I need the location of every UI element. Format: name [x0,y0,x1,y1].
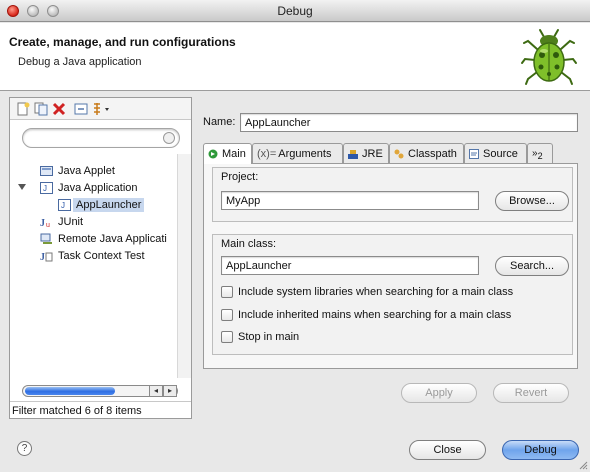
tab-label: Main [222,148,246,160]
tab-classpath[interactable]: Classpath [389,143,464,163]
source-icon [469,148,479,159]
revert-button[interactable]: Revert [493,383,569,403]
main-class-label: Main class: [221,238,277,250]
include-system-libraries-checkbox[interactable] [221,286,233,298]
scroll-left-arrow-icon[interactable]: ◂ [149,385,163,397]
configuration-editor: Name: AppLauncher Main (x)= Arguments JR… [198,97,588,419]
config-tabs: Main (x)= Arguments JRE Classpath Source… [203,143,578,164]
task-context-icon: J [40,252,53,262]
tree-item-task-context-test[interactable]: J Task Context Test [40,247,145,264]
checkbox-label: Include inherited mains when searching f… [238,309,512,321]
tab-source[interactable]: Source [464,143,527,163]
tree-item-label: Java Application [58,181,138,194]
tree-item-java-application[interactable]: J Java Application [40,179,138,196]
apply-button[interactable]: Apply [401,383,477,403]
title-bar: Debug [0,0,590,22]
jre-icon [348,149,358,159]
project-field[interactable]: MyApp [221,191,479,210]
java-launch-icon: J [58,198,71,211]
scrollbar-thumb[interactable] [25,387,115,395]
remote-java-icon [40,233,52,244]
close-button[interactable]: Close [409,440,486,460]
window-title: Debug [277,4,313,18]
help-icon[interactable]: ? [17,441,32,456]
header-title: Create, manage, and run configurations [9,35,236,49]
search-button[interactable]: Search... [495,256,569,276]
overflow-count: 2 [537,150,543,161]
collapse-all-icon[interactable] [74,102,88,116]
new-config-icon[interactable] [16,102,30,116]
tree-item-label: Remote Java Applicati [58,232,167,245]
svg-text:J: J [40,218,45,228]
tab-label: JRE [362,147,383,160]
name-label: Name: [203,116,236,128]
duplicate-icon[interactable] [34,102,48,116]
filter-search-input[interactable] [22,128,180,148]
stop-in-main-option[interactable]: Stop in main [221,331,299,343]
config-toolbar [10,98,191,120]
tab-label: Source [483,147,518,160]
tab-arguments[interactable]: (x)= Arguments [252,143,343,163]
configuration-list-panel: Java Applet J Java Application J AppLaun… [9,97,192,419]
delete-icon[interactable] [52,102,66,116]
include-system-libraries-option[interactable]: Include system libraries when searching … [221,286,513,298]
bug-icon [521,29,577,85]
classpath-icon [394,149,404,158]
tree-item-label: JUnit [58,215,84,228]
tab-label: Arguments [278,147,332,160]
tab-label: Classpath [408,147,457,160]
svg-text:J: J [43,184,47,193]
stop-in-main-checkbox[interactable] [221,331,233,343]
expand-arrow-icon[interactable] [18,184,26,190]
browse-button[interactable]: Browse... [495,191,569,211]
junit-icon: Ju [40,218,50,228]
include-inherited-mains-option[interactable]: Include inherited mains when searching f… [221,309,511,321]
project-group: Project: MyApp Browse... [212,167,573,222]
arguments-icon: (x)= [257,147,277,160]
tree-item-remote-java[interactable]: Remote Java Applicati [40,230,167,247]
header-subtitle: Debug a Java application [18,56,142,68]
debug-button[interactable]: Debug [502,440,579,460]
java-application-icon: J [40,181,53,194]
configuration-tree: Java Applet J Java Application J AppLaun… [10,160,176,380]
tab-jre[interactable]: JRE [343,143,389,163]
svg-text:J: J [40,252,45,262]
clear-filter-icon[interactable] [163,132,175,144]
tree-item-label: AppLauncher [73,197,145,212]
main-class-group: Main class: AppLauncher Search... Includ… [212,234,573,355]
project-label: Project: [221,171,259,183]
tab-overflow[interactable]: » 2 [527,143,553,163]
resize-grip-icon[interactable] [578,460,588,470]
checkbox-label: Include system libraries when searching … [238,286,514,298]
checkbox-label: Stop in main [238,331,300,343]
svg-text:u: u [46,222,50,228]
tab-main[interactable]: Main [203,143,252,164]
tree-vertical-scrollbar[interactable] [177,154,191,378]
scroll-right-arrow-icon[interactable]: ▸ [163,385,177,397]
java-applet-icon [40,165,53,176]
main-tab-icon [208,149,218,159]
main-class-field[interactable]: AppLauncher [221,256,479,275]
dialog-header: Create, manage, and run configurations D… [0,23,590,91]
svg-text:J: J [61,201,65,210]
include-inherited-mains-checkbox[interactable] [221,309,233,321]
name-field[interactable]: AppLauncher [240,113,578,132]
tree-item-applauncher[interactable]: J AppLauncher [58,196,145,213]
tree-item-label: Task Context Test [58,249,145,262]
scroll-arrows: ◂ ▸ [149,385,178,397]
filter-menu-icon[interactable] [92,102,112,116]
tree-item-junit[interactable]: Ju JUnit [40,213,83,230]
tree-item-java-applet[interactable]: Java Applet [40,162,115,179]
filter-status-text: Filter matched 6 of 8 items [10,401,191,418]
tree-item-label: Java Applet [58,164,115,177]
main-tab-content: Project: MyApp Browse... Main class: App… [203,163,578,369]
